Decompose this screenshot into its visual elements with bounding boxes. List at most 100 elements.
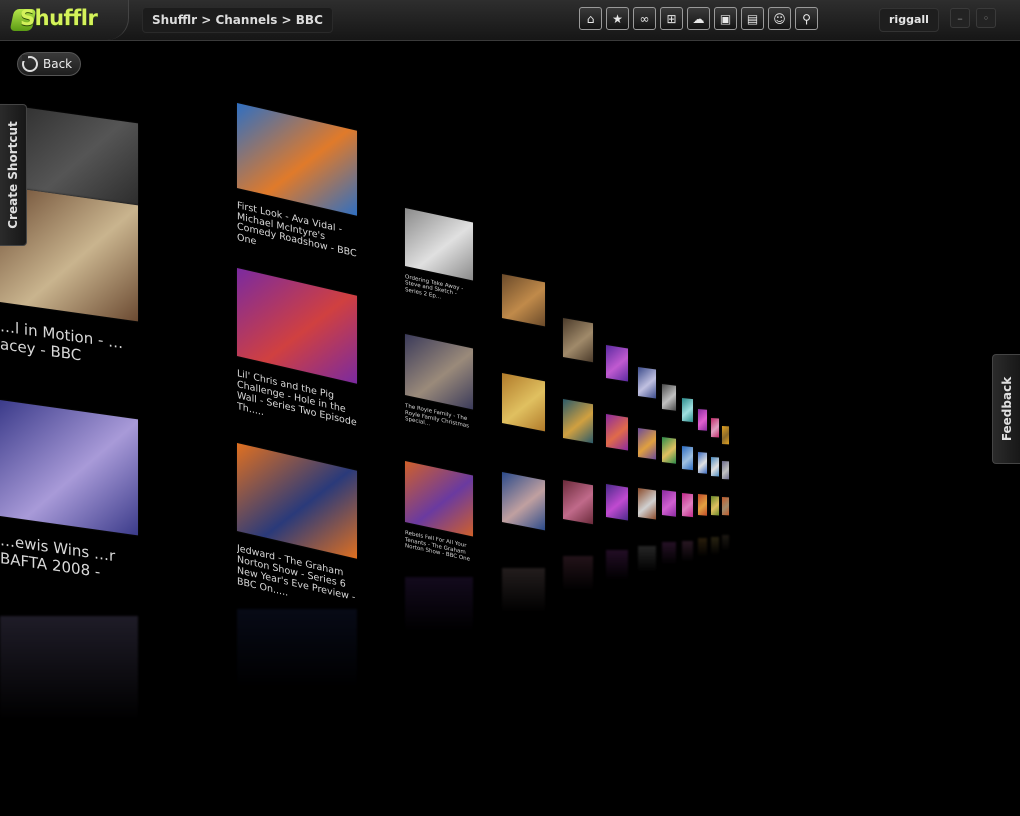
- video-thumbnail[interactable]: [711, 418, 719, 438]
- video-tile[interactable]: [722, 426, 729, 458]
- channels-icon[interactable]: ▣: [714, 7, 737, 30]
- video-tile[interactable]: [682, 446, 693, 489]
- video-thumbnail[interactable]: [711, 457, 719, 477]
- video-thumbnail[interactable]: [638, 367, 656, 399]
- video-thumbnail[interactable]: [698, 494, 707, 516]
- video-title: Rebels Fall For All Your Tenants - The G…: [405, 530, 471, 563]
- video-thumbnail[interactable]: [563, 318, 593, 362]
- video-tile[interactable]: Ordering Take Away - Steve and Sketch - …: [405, 208, 473, 327]
- video-thumbnail[interactable]: [662, 490, 676, 518]
- video-tile[interactable]: [711, 457, 719, 493]
- video-tile[interactable]: [698, 409, 707, 448]
- video-tile[interactable]: [638, 428, 656, 483]
- video-wall: …k - Oz and Britain - BBC…l in Motion - …: [0, 0, 1020, 816]
- video-thumbnail[interactable]: [606, 345, 628, 382]
- tile-reflection: [698, 538, 707, 557]
- tile-reflection: [662, 542, 676, 565]
- minimize-button[interactable]: –: [950, 8, 970, 28]
- create-shortcut-label: Create Shortcut: [6, 121, 20, 229]
- video-thumbnail[interactable]: [0, 400, 138, 535]
- video-thumbnail[interactable]: [405, 334, 473, 409]
- video-tile[interactable]: [638, 488, 656, 543]
- video-thumbnail[interactable]: [638, 488, 656, 520]
- search-icon[interactable]: ⚲: [795, 7, 818, 30]
- user-button[interactable]: riggall: [879, 8, 939, 32]
- video-thumbnail[interactable]: [237, 103, 357, 216]
- video-tile[interactable]: [662, 490, 676, 538]
- video-tile[interactable]: [711, 496, 719, 532]
- video-tile[interactable]: [711, 418, 719, 454]
- tile-reflection: [722, 535, 729, 551]
- links-icon[interactable]: ∞: [633, 7, 656, 30]
- video-thumbnail[interactable]: [237, 268, 357, 384]
- star-icon[interactable]: ★: [606, 7, 629, 30]
- video-tile[interactable]: [502, 373, 545, 471]
- video-tile[interactable]: [698, 452, 707, 491]
- video-thumbnail[interactable]: [682, 493, 693, 518]
- video-title: Ordering Take Away - Steve and Sketch - …: [405, 274, 464, 301]
- home-icon[interactable]: ⌂: [579, 7, 602, 30]
- video-tile[interactable]: [638, 367, 656, 422]
- video-tile[interactable]: [606, 484, 628, 547]
- filmstrip-icon[interactable]: ⊞: [660, 7, 683, 30]
- video-thumbnail[interactable]: [502, 472, 545, 530]
- logo[interactable]: Shufflr: [0, 0, 129, 40]
- video-tile[interactable]: [563, 318, 593, 393]
- video-tile[interactable]: [662, 384, 676, 432]
- video-thumbnail[interactable]: [662, 384, 676, 412]
- video-thumbnail[interactable]: [722, 426, 729, 444]
- create-shortcut-tab[interactable]: Create Shortcut: [0, 104, 27, 246]
- video-title: …ewis Wins …r BAFTA 2008 -: [0, 532, 116, 581]
- video-thumbnail[interactable]: [698, 409, 707, 431]
- video-thumbnail[interactable]: [405, 208, 473, 281]
- video-thumbnail[interactable]: [638, 428, 656, 460]
- video-thumbnail[interactable]: [502, 373, 545, 431]
- video-tile[interactable]: [563, 480, 593, 555]
- video-thumbnail[interactable]: [502, 274, 545, 327]
- video-thumbnail[interactable]: [698, 452, 707, 474]
- video-thumbnail[interactable]: [682, 446, 693, 471]
- video-title: …l in Motion - …acey - BBC: [0, 318, 124, 364]
- video-thumbnail[interactable]: [606, 484, 628, 521]
- video-thumbnail[interactable]: [682, 398, 693, 423]
- video-tile[interactable]: [722, 497, 729, 529]
- video-tile[interactable]: [682, 398, 693, 441]
- video-thumbnail[interactable]: [405, 461, 473, 536]
- video-thumbnail[interactable]: [563, 480, 593, 524]
- close-button[interactable]: ◦: [976, 8, 996, 28]
- video-tile[interactable]: The Royle Family - The Royle Family Chri…: [405, 334, 473, 458]
- video-tile[interactable]: [502, 472, 545, 570]
- video-tile[interactable]: …ewis Wins …r BAFTA 2008 -: [0, 400, 138, 629]
- video-thumbnail[interactable]: [237, 443, 357, 559]
- video-tile[interactable]: [563, 399, 593, 474]
- video-tile[interactable]: [662, 437, 676, 485]
- video-tile[interactable]: Lil' Chris and the Pig Challenge - Hole …: [237, 268, 357, 456]
- bookmark-icon[interactable]: ▤: [741, 7, 764, 30]
- tile-reflection: [502, 568, 545, 613]
- video-tile[interactable]: [502, 274, 545, 362]
- video-thumbnail[interactable]: [563, 399, 593, 443]
- back-arrow-icon: [22, 55, 38, 72]
- people-icon[interactable]: ☺: [768, 7, 791, 30]
- video-tile[interactable]: [722, 461, 729, 493]
- video-thumbnail[interactable]: [606, 414, 628, 451]
- video-thumbnail[interactable]: [722, 461, 729, 479]
- video-tile[interactable]: [698, 494, 707, 533]
- tile-reflection: [638, 546, 656, 572]
- back-button[interactable]: Back: [17, 52, 82, 76]
- video-thumbnail[interactable]: [722, 497, 729, 515]
- video-tile[interactable]: Jedward - The Graham Norton Show - Serie…: [237, 443, 357, 631]
- video-tile[interactable]: [682, 493, 693, 536]
- feedback-tab[interactable]: Feedback: [992, 354, 1020, 464]
- tile-reflection: [682, 541, 693, 562]
- video-title: The Royle Family - The Royle Family Chri…: [405, 403, 470, 430]
- video-tile[interactable]: First Look - Ava Vidal - Michael McIntyr…: [237, 103, 357, 286]
- breadcrumb[interactable]: Shufflr > Channels > BBC: [142, 7, 333, 33]
- video-tile[interactable]: Rebels Fall For All Your Tenants - The G…: [405, 461, 473, 585]
- cloud-icon[interactable]: ☁: [687, 7, 710, 30]
- video-tile[interactable]: [606, 414, 628, 477]
- video-thumbnail[interactable]: [711, 496, 719, 516]
- video-tile[interactable]: [606, 345, 628, 408]
- video-thumbnail[interactable]: [662, 437, 676, 465]
- tile-reflection: [237, 609, 357, 689]
